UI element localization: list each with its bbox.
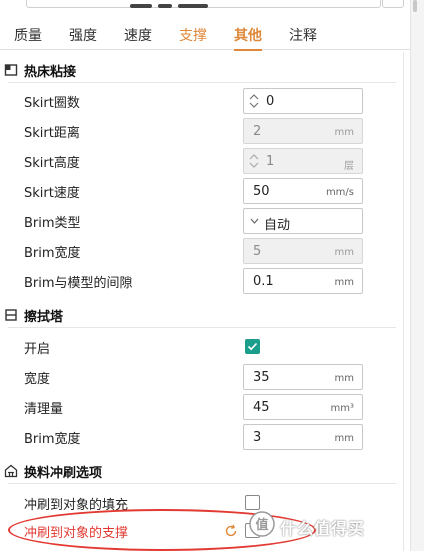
scroll-track <box>403 52 404 551</box>
tab-notes[interactable]: 注释 <box>289 18 317 50</box>
field-value: 35 <box>253 370 270 385</box>
section-title: 换料冲刷选项 <box>24 466 103 481</box>
smzdm-logo: 值 <box>249 511 275 537</box>
setting-label: Skirt高度 <box>24 156 80 171</box>
field-value: 0.1 <box>253 274 274 289</box>
tab-strength[interactable]: 强度 <box>69 18 97 50</box>
field-value: 5 <box>253 244 262 259</box>
field-value: 自动 <box>264 218 291 233</box>
checkmark-icon <box>247 342 258 351</box>
prime-tower-brim-width-input[interactable]: 3 mm <box>243 424 363 450</box>
setting-label: 冲刷到对象的填充 <box>24 498 129 513</box>
settings-tabs: 质量 强度 速度 支撑 其他 注释 <box>0 18 410 51</box>
field-value: 50 <box>253 184 270 199</box>
setting-label: Skirt圈数 <box>24 96 80 111</box>
setting-skirt-distance: Skirt距离 2 mm <box>0 116 400 146</box>
setting-label: Brim宽度 <box>24 432 81 447</box>
field-value: 45 <box>253 400 270 415</box>
setting-label: Skirt速度 <box>24 186 80 201</box>
scroll-gutter[interactable] <box>410 0 424 551</box>
flush-options-icon <box>4 464 18 478</box>
divider <box>8 82 396 83</box>
setting-brim-type: Brim类型 自动 <box>0 206 400 236</box>
setting-label: Brim与模型的间隙 <box>24 276 133 291</box>
field-unit: mm <box>334 373 354 384</box>
top-search-bar <box>0 0 424 18</box>
setting-label: Skirt距离 <box>24 126 80 141</box>
section-flush-options: 换料冲刷选项 <box>0 458 400 484</box>
skirt-height-input: 1 层 <box>243 148 363 174</box>
field-unit: mm <box>334 277 354 288</box>
section-title: 擦拭塔 <box>24 310 64 325</box>
field-value: 2 <box>253 124 262 139</box>
divider <box>8 483 396 484</box>
setting-skirt-line-count: Skirt圈数 0 <box>0 86 400 116</box>
flush-into-infill-checkbox[interactable] <box>245 495 260 510</box>
prime-tower-icon <box>5 309 17 321</box>
setting-prime-tower-brim-width: Brim宽度 3 mm <box>0 422 400 452</box>
section-title: 热床粘接 <box>24 65 77 80</box>
spinner-arrows-icon[interactable] <box>248 92 260 110</box>
tab-support[interactable]: 支撑 <box>179 18 207 50</box>
field-unit: mm³ <box>330 403 355 414</box>
field-value: 1 <box>266 154 275 169</box>
skirt-line-count-input[interactable]: 0 <box>243 88 363 114</box>
setting-label: 冲刷到对象的支撑 <box>24 526 129 541</box>
setting-brim-gap: Brim与模型的间隙 0.1 mm <box>0 266 400 296</box>
field-unit: mm <box>334 127 354 138</box>
setting-label: Brim宽度 <box>24 246 81 261</box>
prime-tower-enable-checkbox[interactable] <box>245 339 260 354</box>
brim-gap-input[interactable]: 0.1 mm <box>243 268 363 294</box>
section-prime-tower: 擦拭塔 <box>0 302 400 328</box>
tab-quality[interactable]: 质量 <box>14 18 42 50</box>
setting-label: 宽度 <box>24 372 51 387</box>
spinner-arrows-icon <box>248 152 260 170</box>
setting-skirt-speed: Skirt速度 50 mm/s <box>0 176 400 206</box>
skirt-distance-input: 2 mm <box>243 118 363 144</box>
setting-label: 开启 <box>24 342 51 357</box>
purge-volume-input[interactable]: 45 mm³ <box>243 394 363 420</box>
setting-label: 清理量 <box>24 402 64 417</box>
field-unit: mm <box>334 247 354 258</box>
setting-prime-tower-width: 宽度 35 mm <box>0 362 400 392</box>
section-build-plate-adhesion: 热床粘接 <box>0 57 400 83</box>
divider <box>8 327 396 328</box>
tab-speed[interactable]: 速度 <box>124 18 152 50</box>
watermark-text: 什么值得买 <box>280 519 366 538</box>
brim-width-input: 5 mm <box>243 238 363 264</box>
setting-brim-width: Brim宽度 5 mm <box>0 236 400 266</box>
field-unit: mm <box>334 433 354 444</box>
scrollbar-thumb[interactable] <box>413 0 417 12</box>
skirt-speed-input[interactable]: 50 mm/s <box>243 178 363 204</box>
setting-skirt-height: Skirt高度 1 层 <box>0 146 400 176</box>
watermark: 值 什么值得买 <box>248 510 418 540</box>
build-plate-adhesion-icon <box>4 64 18 76</box>
prime-tower-width-input[interactable]: 35 mm <box>243 364 363 390</box>
field-value: 3 <box>253 430 262 445</box>
field-unit: mm/s <box>325 187 354 198</box>
svg-text:值: 值 <box>255 517 268 533</box>
tab-others[interactable]: 其他 <box>234 18 262 51</box>
field-unit: 层 <box>344 161 354 172</box>
setting-label: Brim类型 <box>24 216 81 231</box>
chevron-down-icon <box>250 218 259 224</box>
setting-prime-tower-enable: 开启 <box>0 332 400 362</box>
setting-purge-volume: 清理量 45 mm³ <box>0 392 400 422</box>
reset-icon[interactable] <box>224 524 238 538</box>
search-text-fragment <box>130 0 220 8</box>
field-value: 0 <box>266 94 275 109</box>
brim-type-select[interactable]: 自动 <box>243 208 363 234</box>
search-button[interactable] <box>382 0 404 8</box>
